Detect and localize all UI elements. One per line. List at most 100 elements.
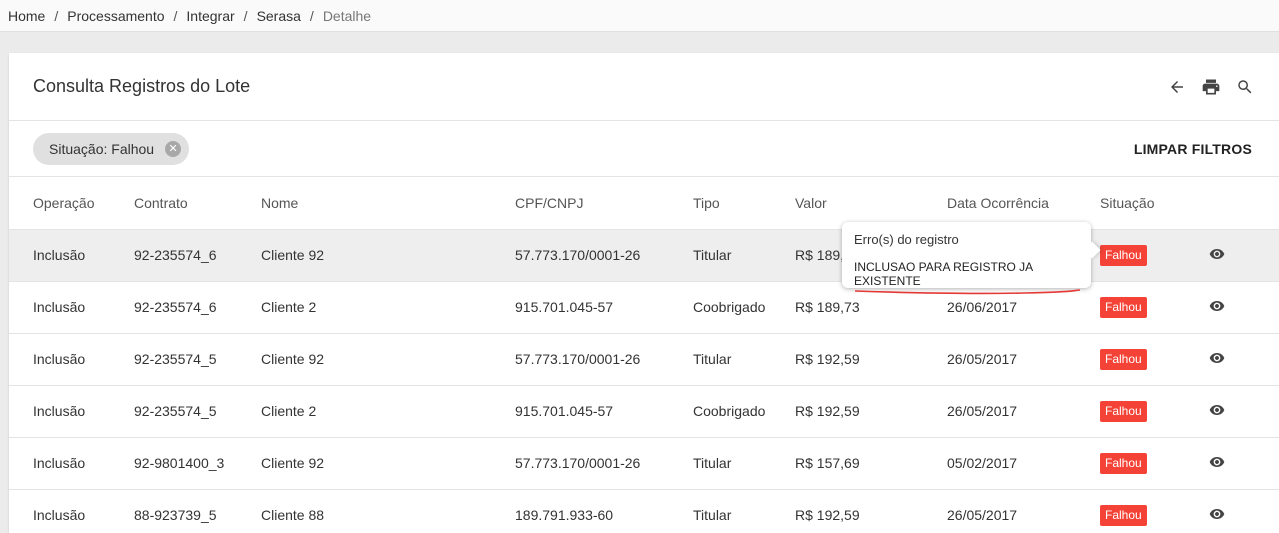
cell-tipo: Coobrigado <box>693 385 795 438</box>
cell-cpf-cnpj: 57.773.170/0001-26 <box>515 229 693 282</box>
cell-operacao: Inclusão <box>9 489 134 533</box>
column-header-tipo[interactable]: Tipo <box>693 177 795 230</box>
cell-situacao: Falhou <box>1100 385 1209 438</box>
cell-data-ocorrencia: 05/02/2017 <box>947 437 1100 490</box>
cell-actions <box>1209 385 1279 438</box>
table-row[interactable]: Inclusão 92-235574_6 Cliente 2 915.701.045-… <box>9 281 1279 334</box>
breadcrumb-current: Detalhe <box>322 7 372 24</box>
eye-icon[interactable] <box>1209 298 1225 314</box>
cell-contrato: 92-235574_5 <box>134 333 261 386</box>
cell-situacao: Falhou <box>1100 281 1209 334</box>
cell-situacao: Falhou <box>1100 333 1209 386</box>
records-card: Consulta Registros do Lote Situação: Fal… <box>9 53 1279 533</box>
cell-cpf-cnpj: 915.701.045-57 <box>515 281 693 334</box>
cell-contrato: 92-9801400_3 <box>134 437 261 490</box>
print-icon[interactable] <box>1201 77 1221 97</box>
eye-icon[interactable] <box>1209 506 1225 522</box>
column-header-contrato[interactable]: Contrato <box>134 177 261 230</box>
search-icon[interactable] <box>1235 77 1255 97</box>
breadcrumb-home[interactable]: Home <box>8 8 45 24</box>
cell-tipo: Titular <box>693 229 795 282</box>
cell-cpf-cnpj: 57.773.170/0001-26 <box>515 333 693 386</box>
header-actions <box>1167 77 1255 97</box>
cell-tipo: Titular <box>693 437 795 490</box>
table-row[interactable]: Inclusão 92-9801400_3 Cliente 92 57.773.170… <box>9 437 1279 490</box>
column-header-operacao[interactable]: Operação <box>9 177 134 230</box>
filter-chip-situacao[interactable]: Situação: Falhou ✕ <box>33 132 190 165</box>
cell-situacao: Falhou <box>1100 229 1209 282</box>
filter-bar: Situação: Falhou ✕ LIMPAR FILTROS <box>9 121 1279 177</box>
status-badge: Falhou <box>1100 348 1147 370</box>
cell-valor: R$ 192,59 <box>795 385 947 438</box>
clear-filters-button[interactable]: LIMPAR FILTROS <box>1134 141 1252 157</box>
cell-contrato: 92-235574_6 <box>134 281 261 334</box>
status-badge: Falhou <box>1100 400 1147 422</box>
breadcrumb-separator: / <box>173 7 178 24</box>
cell-operacao: Inclusão <box>9 229 134 282</box>
cell-actions <box>1209 229 1279 282</box>
tooltip-error-message: INCLUSAO PARA REGISTRO JA EXISTENTE <box>854 260 1033 288</box>
eye-icon[interactable] <box>1209 454 1225 470</box>
column-header-nome[interactable]: Nome <box>261 177 515 230</box>
cell-actions <box>1209 489 1279 533</box>
breadcrumb: Home / Processamento / Integrar / Serasa… <box>0 0 1279 32</box>
filter-chip-label: Situação: Falhou <box>49 140 155 157</box>
status-badge: Falhou <box>1100 296 1147 318</box>
status-badge: Falhou <box>1100 452 1147 474</box>
chip-remove-icon[interactable]: ✕ <box>165 140 182 157</box>
table-row[interactable]: Inclusão 88-923739_5 Cliente 88 189.791.933… <box>9 489 1279 533</box>
breadcrumb-processamento[interactable]: Processamento <box>67 8 164 24</box>
breadcrumb-integrar[interactable]: Integrar <box>186 8 234 24</box>
cell-operacao: Inclusão <box>9 437 134 490</box>
cell-operacao: Inclusão <box>9 281 134 334</box>
eye-icon[interactable] <box>1209 402 1225 418</box>
eye-icon[interactable] <box>1209 350 1225 366</box>
cell-actions <box>1209 281 1279 334</box>
red-underline-annotation <box>854 289 1081 295</box>
cell-cpf-cnpj: 915.701.045-57 <box>515 385 693 438</box>
cell-contrato: 92-235574_6 <box>134 229 261 282</box>
cell-situacao: Falhou <box>1100 437 1209 490</box>
table-header-row: Operação Contrato Nome CPF/CNPJ Tipo Val… <box>9 177 1279 230</box>
tooltip-title: Erro(s) do registro <box>854 232 959 247</box>
column-header-actions <box>1209 177 1279 230</box>
breadcrumb-separator: / <box>243 7 248 24</box>
column-header-situacao[interactable]: Situação <box>1100 177 1209 230</box>
cell-tipo: Titular <box>693 333 795 386</box>
cell-valor: R$ 192,59 <box>795 489 947 533</box>
cell-cpf-cnpj: 57.773.170/0001-26 <box>515 437 693 490</box>
cell-nome: Cliente 92 <box>261 229 515 282</box>
breadcrumb-separator: / <box>54 7 59 24</box>
cell-nome: Cliente 92 <box>261 333 515 386</box>
cell-nome: Cliente 2 <box>261 385 515 438</box>
cell-contrato: 88-923739_5 <box>134 489 261 533</box>
cell-valor: R$ 157,69 <box>795 437 947 490</box>
cell-data-ocorrencia: 26/05/2017 <box>947 489 1100 533</box>
cell-cpf-cnpj: 189.791.933-60 <box>515 489 693 533</box>
cell-tipo: Titular <box>693 489 795 533</box>
eye-icon[interactable] <box>1209 246 1225 262</box>
cell-data-ocorrencia: 26/05/2017 <box>947 333 1100 386</box>
table-row[interactable]: Inclusão 92-235574_5 Cliente 2 915.701.045-… <box>9 385 1279 438</box>
breadcrumb-separator: / <box>309 7 314 24</box>
cell-nome: Cliente 88 <box>261 489 515 533</box>
column-header-cpf-cnpj[interactable]: CPF/CNPJ <box>515 177 693 230</box>
cell-nome: Cliente 92 <box>261 437 515 490</box>
cell-valor: R$ 192,59 <box>795 333 947 386</box>
breadcrumb-serasa[interactable]: Serasa <box>257 8 301 24</box>
cell-actions <box>1209 333 1279 386</box>
table-row[interactable]: Inclusão 92-235574_5 Cliente 92 57.773.170/… <box>9 333 1279 386</box>
cell-contrato: 92-235574_5 <box>134 385 261 438</box>
cell-tipo: Coobrigado <box>693 281 795 334</box>
cell-data-ocorrencia: 26/05/2017 <box>947 385 1100 438</box>
cell-nome: Cliente 2 <box>261 281 515 334</box>
arrow-back-icon[interactable] <box>1167 77 1187 97</box>
status-badge: Falhou <box>1100 504 1147 526</box>
status-badge: Falhou <box>1100 244 1147 266</box>
cell-actions <box>1209 437 1279 490</box>
card-header: Consulta Registros do Lote <box>9 53 1279 121</box>
cell-operacao: Inclusão <box>9 385 134 438</box>
cell-operacao: Inclusão <box>9 333 134 386</box>
page-title: Consulta Registros do Lote <box>33 76 251 96</box>
error-tooltip: Erro(s) do registro INCLUSAO PARA REGIST… <box>842 222 1091 295</box>
